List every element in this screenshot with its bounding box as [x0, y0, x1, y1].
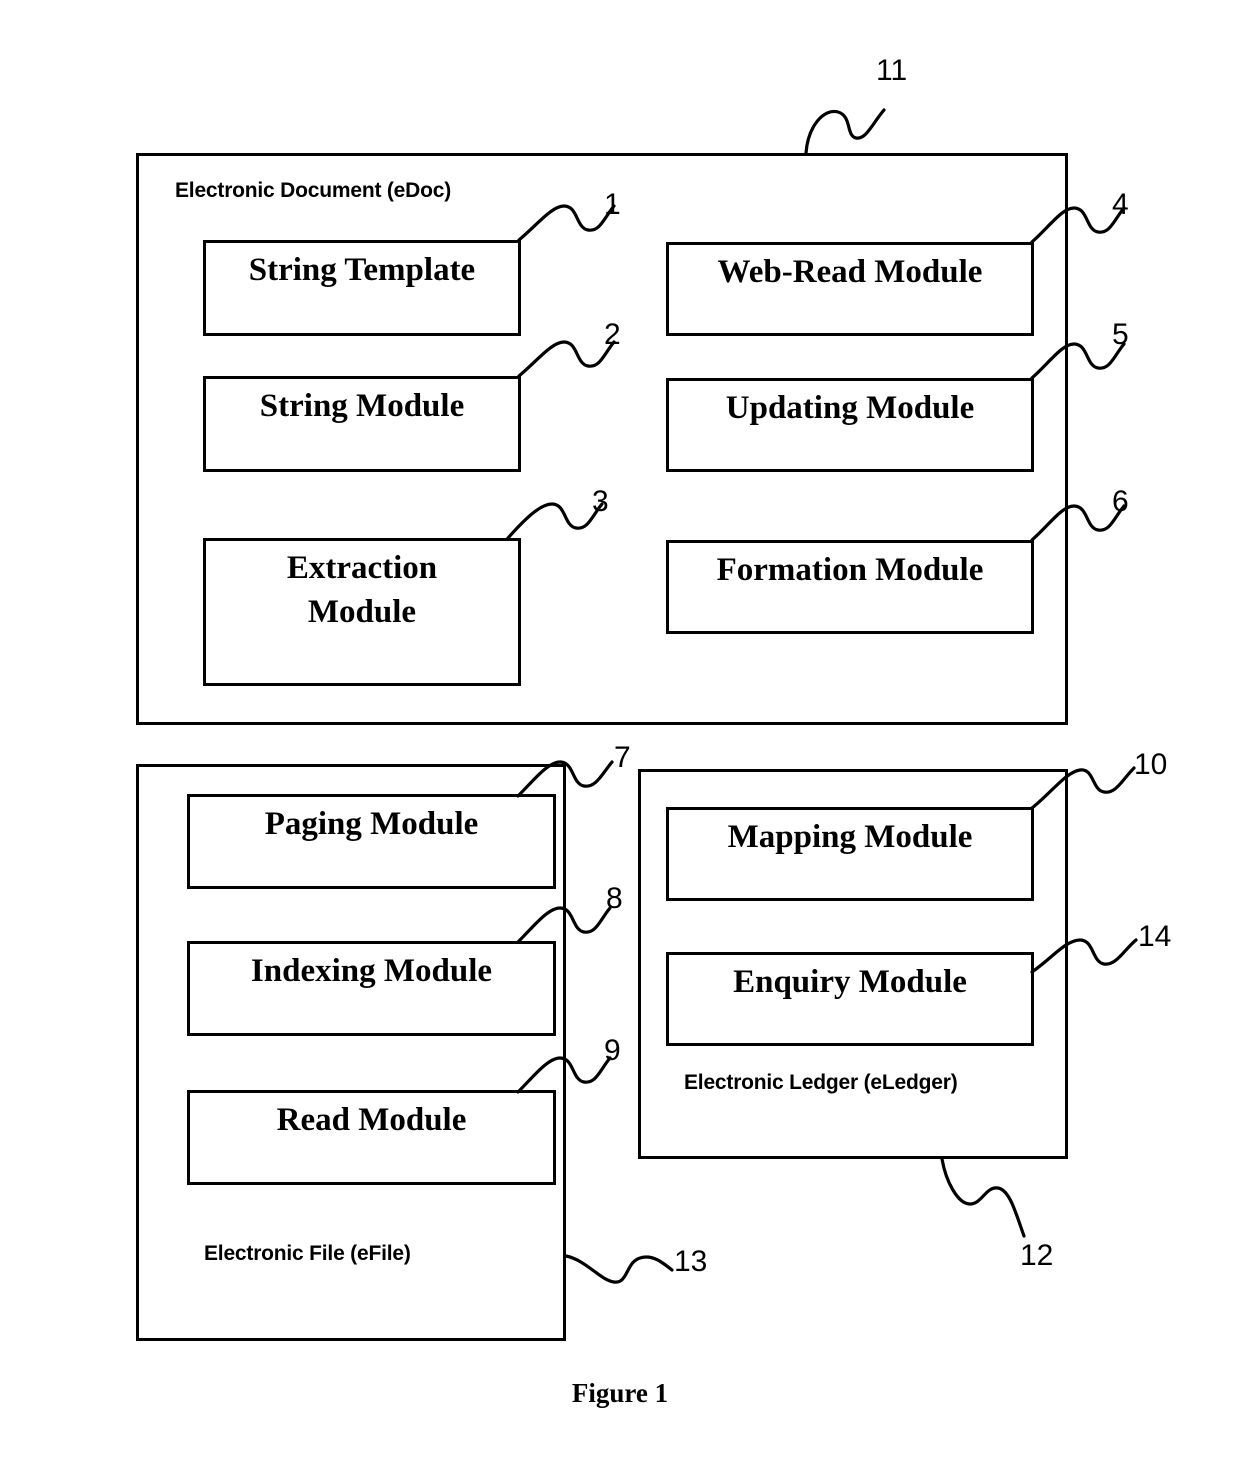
reference-numeral-11: 11 [876, 54, 908, 87]
reference-numeral-3: 3 [592, 485, 609, 518]
module-label-web-read-module: Web-Read Module [717, 254, 983, 290]
module-label-mapping-module: Mapping Module [727, 819, 973, 855]
reference-numeral-7: 7 [614, 741, 631, 774]
module-label-formation-module: Formation Module [716, 552, 984, 588]
reference-numeral-6: 6 [1112, 485, 1129, 518]
reference-numeral-14: 14 [1138, 920, 1172, 953]
reference-numeral-2: 2 [604, 318, 621, 351]
patent-figure: Electronic Document (eDoc) String Templa… [0, 0, 1240, 1459]
module-label-read-module: Read Module [276, 1102, 467, 1138]
panel-caption-edoc: Electronic Document (eDoc) [175, 179, 452, 202]
module-label-updating-module: Updating Module [725, 390, 975, 426]
module-box-web-read-module[interactable]: Web-Read Module [666, 242, 1034, 336]
leader-line-11 [804, 108, 886, 155]
reference-numeral-9: 9 [604, 1034, 621, 1067]
reference-numeral-5: 5 [1112, 318, 1129, 351]
leader-line-13 [564, 1254, 674, 1284]
reference-numeral-13: 13 [674, 1245, 708, 1278]
panel-caption-efile: Electronic File (eFile) [204, 1242, 411, 1265]
module-box-string-template[interactable]: String Template [203, 240, 521, 336]
reference-numeral-1: 1 [604, 188, 621, 221]
reference-numeral-4: 4 [1112, 188, 1129, 221]
module-box-read-module[interactable]: Read Module [187, 1090, 556, 1185]
module-label-paging-module: Paging Module [264, 806, 479, 842]
module-box-string-module[interactable]: String Module [203, 376, 521, 472]
module-box-extraction-module[interactable]: Extraction Module [203, 538, 521, 686]
module-box-updating-module[interactable]: Updating Module [666, 378, 1034, 472]
module-label-string-template: String Template [248, 252, 476, 288]
module-box-formation-module[interactable]: Formation Module [666, 540, 1034, 634]
reference-numeral-12: 12 [1020, 1239, 1054, 1272]
leader-line-12 [940, 1157, 1026, 1238]
module-label-string-module: String Module [259, 388, 465, 424]
module-box-paging-module[interactable]: Paging Module [187, 794, 556, 889]
figure-caption: Figure 1 [571, 1378, 669, 1408]
module-box-mapping-module[interactable]: Mapping Module [666, 807, 1034, 901]
module-box-enquiry-module[interactable]: Enquiry Module [666, 952, 1034, 1046]
module-label-indexing-module: Indexing Module [250, 953, 493, 989]
reference-numeral-10: 10 [1134, 748, 1168, 781]
reference-numeral-8: 8 [606, 882, 623, 915]
panel-caption-eledger: Electronic Ledger (eLedger) [684, 1071, 958, 1094]
module-label-extraction-module: Extraction Module [286, 550, 438, 630]
module-label-enquiry-module: Enquiry Module [733, 964, 967, 1000]
module-box-indexing-module[interactable]: Indexing Module [187, 941, 556, 1036]
